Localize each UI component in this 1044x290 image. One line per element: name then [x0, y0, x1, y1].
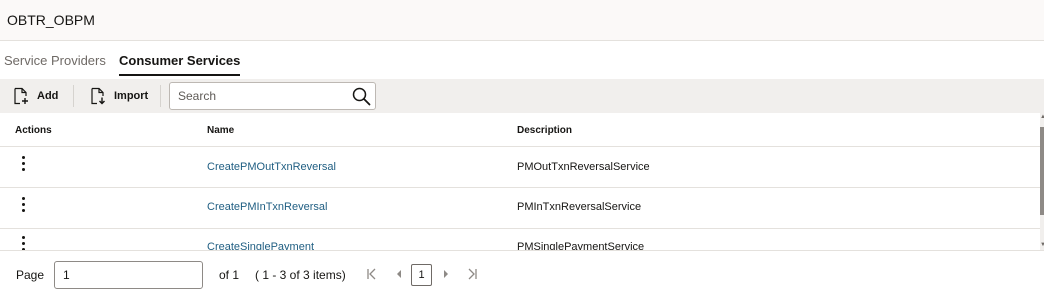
tab-consumer-services[interactable]: Consumer Services — [119, 53, 241, 76]
row-actions-menu-icon[interactable] — [18, 154, 30, 174]
service-name-link[interactable]: CreatePMInTxnReversal — [207, 201, 327, 213]
title-bar: OBTR_OBPM — [0, 0, 1044, 41]
scroll-down-arrow-icon[interactable]: ▼ — [1040, 241, 1044, 249]
page-title: OBTR_OBPM — [7, 12, 95, 28]
toolbar: Add Import — [0, 79, 1044, 113]
service-description: PMOutTxnReversalService — [517, 161, 650, 173]
items-range-label: ( 1 - 3 of 3 items) — [255, 268, 346, 282]
last-page-icon[interactable] — [465, 267, 479, 281]
tab-service-providers[interactable]: Service Providers — [4, 53, 106, 68]
table-header: Actions Name Description — [0, 113, 1040, 147]
table-row[interactable]: CreatePMInTxnReversal PMInTxnReversalSer… — [0, 188, 1040, 229]
row-actions-menu-icon[interactable] — [18, 195, 30, 215]
add-button-label: Add — [37, 90, 59, 102]
tab-consumer-services-label: Consumer Services — [119, 53, 241, 68]
scroll-up-arrow-icon[interactable]: ▲ — [1040, 113, 1044, 121]
table-scrollbar[interactable]: ▲ ▼ — [1040, 113, 1044, 250]
first-page-icon[interactable] — [365, 267, 379, 281]
row-actions-menu-icon[interactable] — [18, 234, 30, 250]
column-header-actions[interactable]: Actions — [15, 125, 52, 136]
previous-page-icon[interactable] — [392, 267, 406, 281]
search-box — [169, 82, 376, 110]
service-description: PMSinglePaymentService — [517, 241, 645, 250]
import-button[interactable]: Import — [89, 85, 148, 107]
import-button-label: Import — [114, 90, 149, 102]
table-row[interactable]: CreatePMOutTxnReversal PMOutTxnReversalS… — [0, 147, 1040, 188]
scrollbar-thumb[interactable] — [1040, 127, 1044, 215]
next-page-icon[interactable] — [439, 267, 453, 281]
import-document-icon — [91, 87, 105, 105]
current-page-button[interactable]: 1 — [411, 264, 432, 286]
add-button[interactable]: Add — [12, 85, 58, 107]
service-name-link[interactable]: CreateSinglePayment — [207, 241, 314, 250]
add-document-icon — [14, 87, 28, 105]
search-icon[interactable] — [351, 86, 371, 106]
toolbar-divider — [160, 85, 161, 107]
table-row[interactable]: CreateSinglePayment PMSinglePaymentServi… — [0, 229, 1040, 250]
search-input[interactable] — [170, 83, 350, 109]
toolbar-divider — [73, 85, 74, 107]
page-label: Page — [16, 268, 45, 282]
pagination-bar: Page of 1 ( 1 - 3 of 3 items) 1 — [0, 250, 1044, 290]
tab-bar: Service Providers Consumer Services — [0, 41, 1044, 79]
service-description: PMInTxnReversalService — [517, 201, 642, 213]
consumer-services-table: Actions Name Description CreatePMOutTxnR… — [0, 113, 1040, 250]
service-name-link[interactable]: CreatePMOutTxnReversal — [207, 161, 336, 173]
page-number-input[interactable] — [54, 261, 203, 289]
page-count-label: of 1 — [219, 268, 240, 282]
column-header-description[interactable]: Description — [517, 125, 572, 136]
column-header-name[interactable]: Name — [207, 125, 234, 136]
active-tab-indicator — [119, 74, 241, 76]
